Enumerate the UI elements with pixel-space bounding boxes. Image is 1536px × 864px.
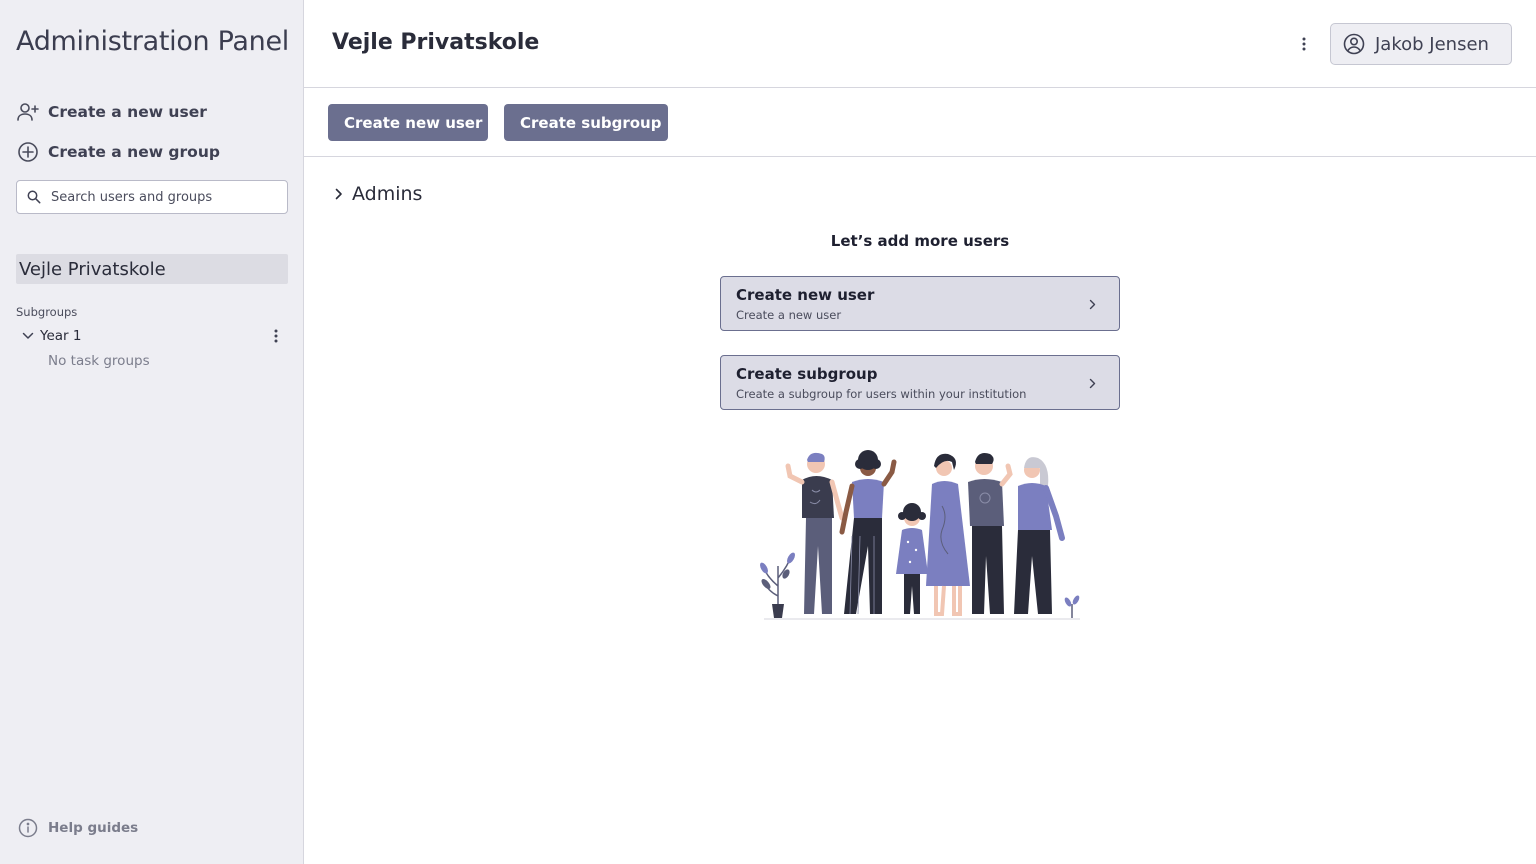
create-user-link-label: Create a new user	[48, 103, 207, 121]
org-item-selected[interactable]: Vejle Privatskole	[16, 254, 288, 284]
chevron-right-icon	[1085, 375, 1099, 391]
kebab-menu-icon[interactable]	[270, 328, 282, 344]
people-group-illustration	[760, 450, 1080, 620]
subgroups-label: Subgroups	[16, 305, 78, 319]
empty-state-heading: Let’s add more users	[830, 232, 1010, 250]
search-icon	[27, 190, 41, 204]
person-4	[926, 453, 970, 616]
person-1	[785, 452, 845, 614]
org-item-label: Vejle Privatskole	[19, 258, 166, 280]
admins-group-toggle[interactable]: Admins	[330, 182, 422, 206]
create-subgroup-button[interactable]: Create subgroup	[504, 104, 668, 141]
info-icon	[16, 816, 40, 840]
user-name: Jakob Jensen	[1375, 33, 1489, 55]
plant-left-icon	[760, 552, 795, 618]
create-new-user-button[interactable]: Create new user	[328, 104, 488, 141]
user-menu-button[interactable]: Jakob Jensen	[1330, 23, 1512, 65]
more-options-icon[interactable]	[1294, 34, 1314, 54]
tree-empty-text: No task groups	[48, 353, 150, 369]
chevron-right-icon	[330, 182, 348, 206]
card-title: Create subgroup	[736, 365, 878, 383]
chevron-right-icon	[1085, 296, 1099, 312]
help-guides-label: Help guides	[48, 820, 139, 836]
chevron-down-icon[interactable]	[20, 328, 36, 344]
create-new-user-card[interactable]: Create new user Create a new user	[720, 276, 1120, 331]
person-3	[896, 503, 928, 614]
create-group-link[interactable]: Create a new group	[16, 138, 220, 166]
toolbar: Create new user Create subgroup	[304, 88, 1536, 157]
create-group-link-label: Create a new group	[48, 143, 220, 161]
user-circle-icon	[1343, 33, 1365, 55]
person-5	[968, 453, 1013, 614]
help-guides-link[interactable]: Help guides	[16, 816, 138, 840]
header: Vejle Privatskole Jakob Jensen	[304, 0, 1536, 88]
card-description: Create a new user	[736, 308, 842, 322]
card-description: Create a subgroup for users within your …	[736, 387, 1027, 401]
user-plus-icon	[16, 100, 40, 124]
circle-plus-icon	[16, 140, 40, 164]
search-input[interactable]	[51, 189, 271, 205]
person-2	[839, 450, 897, 615]
card-title: Create new user	[736, 286, 875, 304]
plant-right-icon	[1064, 595, 1080, 618]
search-box	[16, 180, 288, 214]
create-subgroup-card[interactable]: Create subgroup Create a subgroup for us…	[720, 355, 1120, 410]
sidebar: Administration Panel Create a new user C…	[0, 0, 304, 864]
person-6	[1014, 457, 1065, 614]
tree-item-label: Year 1	[40, 328, 82, 344]
app-title: Administration Panel	[16, 26, 289, 57]
tree-item-year-1[interactable]: Year 1	[20, 326, 290, 346]
admins-label: Admins	[352, 183, 423, 205]
create-user-link[interactable]: Create a new user	[16, 98, 207, 126]
page-title: Vejle Privatskole	[332, 30, 540, 55]
